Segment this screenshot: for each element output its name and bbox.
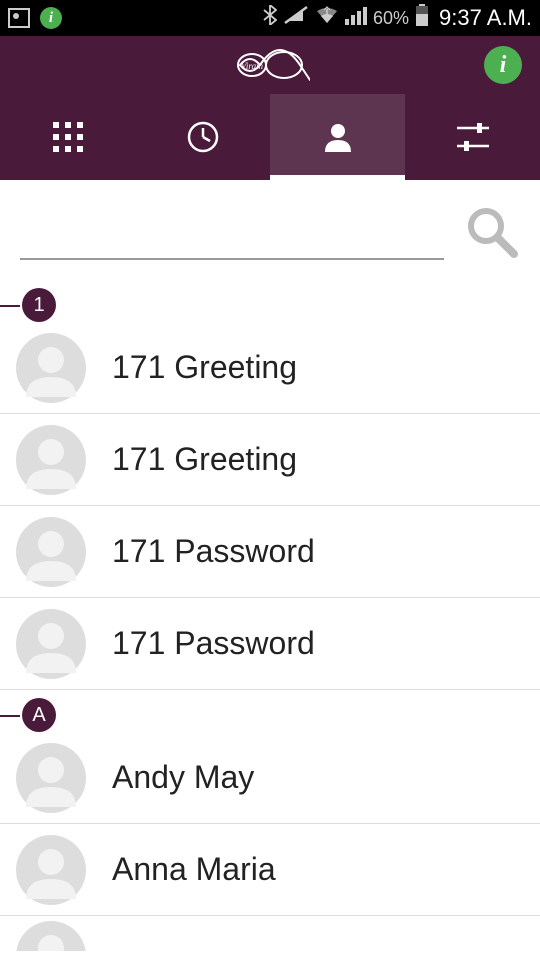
brand-logo: Virgin [230, 45, 310, 85]
tab-contacts[interactable] [270, 94, 405, 180]
avatar-icon [16, 425, 86, 495]
contact-name: Andy May [112, 759, 254, 796]
contact-name: 171 Password [112, 625, 315, 662]
contact-item[interactable]: Anna Maria [0, 824, 540, 916]
tab-dialpad[interactable] [0, 94, 135, 180]
status-bar: i 60% 9:37 A.M. [0, 0, 540, 36]
person-icon [321, 120, 355, 154]
infinity-icon: Virgin [230, 45, 310, 85]
battery-icon [415, 4, 429, 32]
section-marker: A [0, 698, 540, 732]
avatar-icon [16, 921, 86, 951]
status-right: 60% 9:37 A.M. [263, 4, 532, 32]
contact-name: Anna Maria [112, 851, 276, 888]
search-button[interactable] [464, 204, 520, 260]
status-left: i [8, 7, 62, 29]
search-input[interactable] [20, 220, 444, 260]
contact-list: Andy May Anna Maria [0, 732, 540, 956]
avatar-icon [16, 609, 86, 679]
svg-text:Virgin: Virgin [241, 61, 263, 71]
avatar-icon [16, 835, 86, 905]
search-icon [464, 204, 520, 260]
section-marker: 1 [0, 288, 540, 322]
info-icon: i [40, 7, 62, 29]
contact-name: 171 Password [112, 533, 315, 570]
bluetooth-icon [263, 5, 277, 31]
section-line [0, 305, 20, 307]
section-line [0, 715, 20, 717]
picture-icon [8, 8, 30, 28]
tab-settings[interactable] [405, 94, 540, 180]
tab-bar [0, 94, 540, 180]
sliders-icon [455, 120, 491, 154]
clock-icon [186, 120, 220, 154]
contact-item[interactable]: 171 Greeting [0, 414, 540, 506]
avatar-icon [16, 743, 86, 813]
search-row [0, 180, 540, 280]
clock: 9:37 A.M. [439, 5, 532, 31]
contact-list: 171 Greeting 171 Greeting 171 Password 1… [0, 322, 540, 690]
signal-icon [345, 5, 367, 31]
section-badge: A [22, 698, 56, 732]
contact-name: 171 Greeting [112, 441, 297, 478]
dialpad-icon [51, 120, 85, 154]
avatar-icon [16, 333, 86, 403]
tab-recents[interactable] [135, 94, 270, 180]
vibrate-icon [283, 5, 309, 31]
header-info-button[interactable]: i [484, 46, 522, 84]
contact-name: 171 Greeting [112, 349, 297, 386]
wifi-icon [315, 5, 339, 31]
app-header: Virgin i [0, 36, 540, 94]
battery-pct: 60% [373, 8, 409, 29]
contact-item[interactable] [0, 916, 540, 956]
contact-item[interactable]: 171 Greeting [0, 322, 540, 414]
contact-item[interactable]: Andy May [0, 732, 540, 824]
section-badge: 1 [22, 288, 56, 322]
avatar-icon [16, 517, 86, 587]
contact-item[interactable]: 171 Password [0, 598, 540, 690]
contact-item[interactable]: 171 Password [0, 506, 540, 598]
